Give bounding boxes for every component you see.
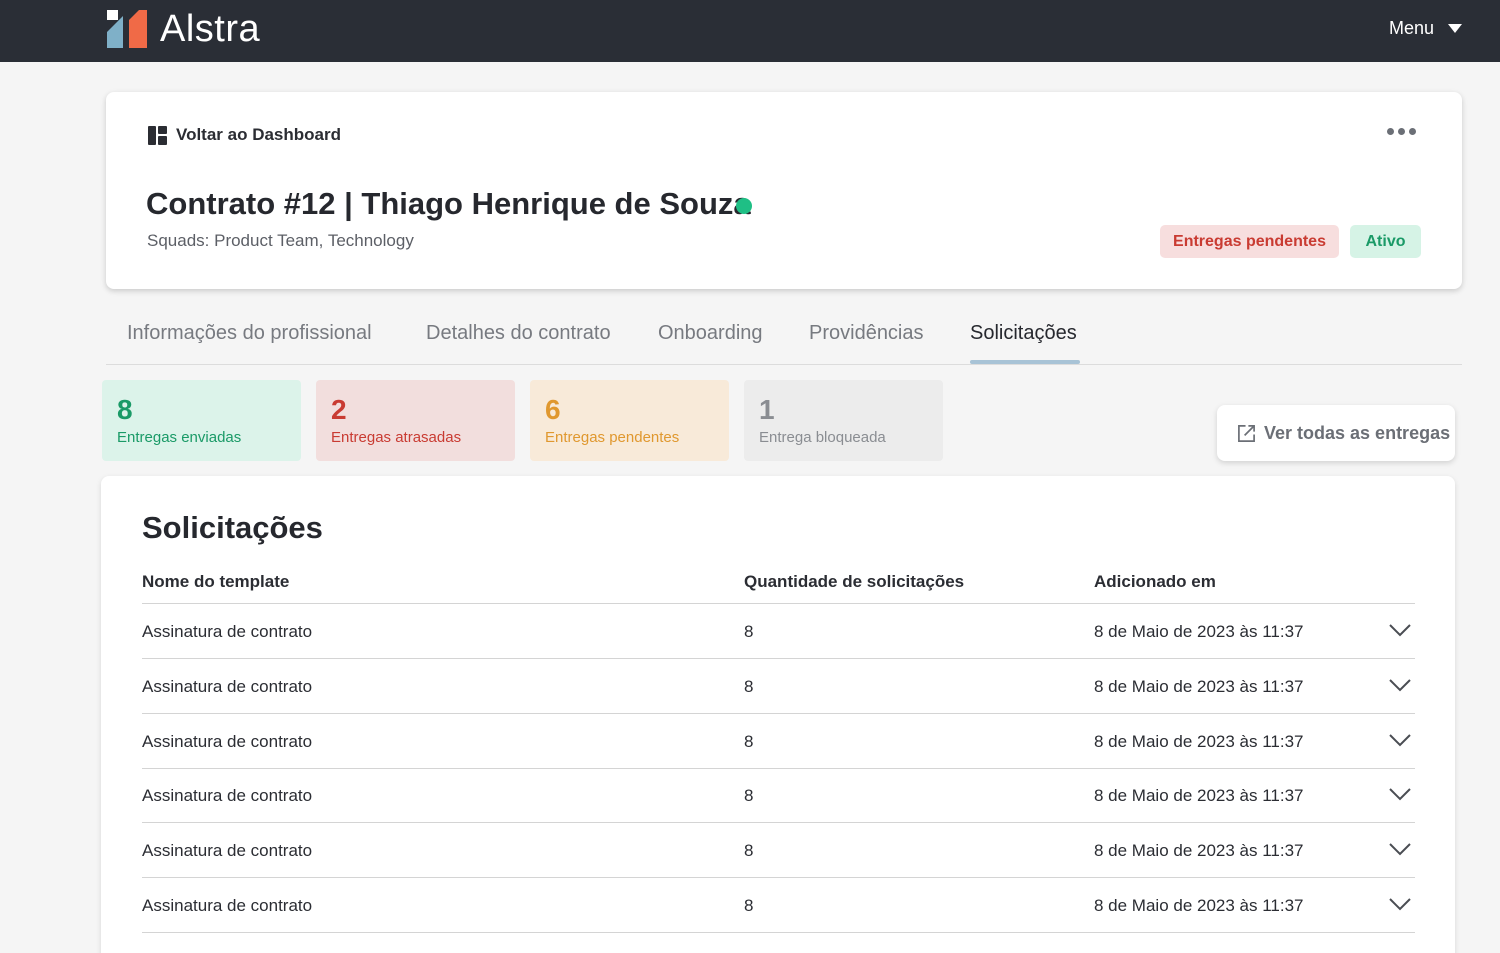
tab-providencias[interactable]: Providências: [809, 322, 924, 345]
alstra-logo-icon: [107, 10, 147, 48]
chevron-down-icon[interactable]: [1389, 897, 1411, 911]
stat-value: 1: [759, 394, 775, 425]
added-on-cell: 8 de Maio de 2023 às 11:37: [1094, 622, 1304, 641]
status-badge-pending: Entregas pendentes: [1160, 225, 1339, 258]
contract-header-card: Voltar ao Dashboard Contrato #12 | Thiag…: [106, 92, 1462, 289]
column-header-template-name: Nome do template: [142, 572, 290, 591]
external-link-icon: [1238, 424, 1255, 442]
menu-button[interactable]: Menu: [1389, 18, 1462, 39]
stat-value: 6: [545, 394, 561, 425]
stat-label: Entregas atrasadas: [331, 429, 462, 446]
table-row[interactable]: Assinatura de contrato 8 8 de Maio de 2023…: [142, 823, 1415, 879]
view-all-deliveries-button[interactable]: Ver todas as entregas: [1217, 405, 1455, 461]
status-badge-active: Ativo: [1350, 225, 1421, 258]
added-on-cell: 8 de Maio de 2023 às 11:37: [1094, 676, 1304, 696]
stat-late-deliveries[interactable]: 2 Entregas atrasadas: [316, 380, 515, 461]
chevron-down-icon[interactable]: [1389, 733, 1411, 747]
table-row[interactable]: Assinatura de contrato 8 8 de Maio de 2023…: [142, 714, 1415, 769]
column-header-quantity: Quantidade de solicitações: [744, 572, 965, 591]
chevron-down-icon[interactable]: [1389, 842, 1411, 856]
added-on-cell: 8 de Maio de 2023 às 11:37: [1094, 786, 1304, 806]
stat-label: Entrega bloqueada: [759, 429, 886, 446]
app-logo[interactable]: Alstra: [107, 7, 260, 51]
dashboard-icon: [148, 125, 167, 145]
chevron-down-icon[interactable]: [1389, 623, 1411, 637]
quantity-cell: 8: [744, 676, 754, 696]
view-all-label: Ver todas as entregas: [1264, 422, 1451, 443]
table-row[interactable]: Assinatura de contrato 8 8 de Maio de 2023…: [142, 878, 1415, 933]
chevron-down-icon[interactable]: [1389, 787, 1411, 801]
stat-value: 8: [117, 394, 133, 425]
template-name-cell: Assinatura de contrato: [142, 786, 313, 806]
added-on-cell: 8 de Maio de 2023 às 11:37: [1094, 841, 1304, 861]
chevron-down-icon[interactable]: [1389, 678, 1411, 692]
quantity-cell: 8: [744, 786, 754, 806]
back-to-dashboard-link[interactable]: Voltar ao Dashboard: [148, 125, 341, 145]
stat-sent-deliveries[interactable]: 8 Entregas enviadas: [102, 380, 301, 461]
row-divider: [142, 932, 1415, 933]
quantity-cell: 8: [744, 731, 754, 751]
status-dot: [736, 198, 752, 214]
template-name-cell: Assinatura de contrato: [142, 622, 313, 641]
column-header-added-on: Adicionado em: [1094, 572, 1216, 591]
stat-value: 2: [331, 394, 347, 425]
template-name-cell: Assinatura de contrato: [142, 896, 313, 915]
quantity-cell: 8: [744, 896, 754, 915]
template-name-cell: Assinatura de contrato: [142, 841, 313, 861]
page-title: Contrato #12 | Thiago Henrique de Souza: [146, 186, 751, 221]
quantity-cell: 8: [744, 622, 754, 641]
squads-text: Squads: Product Team, Technology: [147, 231, 414, 250]
template-name-cell: Assinatura de contrato: [142, 731, 313, 751]
table-row[interactable]: Assinatura de contrato 8 8 de Maio de 2023…: [142, 659, 1415, 714]
quantity-cell: 8: [744, 841, 754, 861]
section-title: Solicitações: [142, 510, 323, 545]
table-row[interactable]: Assinatura de contrato 8 8 de Maio de 2023…: [142, 604, 1415, 659]
stat-pending-deliveries[interactable]: 6 Entregas pendentes: [530, 380, 729, 461]
back-link-label: Voltar ao Dashboard: [176, 125, 341, 144]
added-on-cell: 8 de Maio de 2023 às 11:37: [1094, 731, 1304, 751]
tab-solicitacoes[interactable]: Solicitações: [970, 322, 1077, 345]
table-row[interactable]: Assinatura de contrato 8 8 de Maio de 2023…: [142, 768, 1415, 824]
template-name-cell: Assinatura de contrato: [142, 676, 313, 696]
top-navbar: Alstra Menu: [0, 0, 1500, 62]
stat-label: Entregas enviadas: [117, 429, 242, 446]
stat-blocked-delivery[interactable]: 1 Entrega bloqueada: [744, 380, 943, 461]
active-tab-indicator: [970, 360, 1080, 364]
app-name: Alstra: [160, 8, 261, 50]
tab-contract-details[interactable]: Detalhes do contrato: [426, 322, 611, 345]
tab-professional-info[interactable]: Informações do profissional: [127, 322, 372, 345]
added-on-cell: 8 de Maio de 2023 às 11:37: [1094, 896, 1304, 915]
menu-label: Menu: [1388, 18, 1434, 38]
more-options-icon[interactable]: [1387, 128, 1416, 135]
tab-onboarding[interactable]: Onboarding: [658, 322, 763, 345]
caret-down-icon: [1448, 24, 1462, 33]
requests-card: Solicitações Nome do template Quantidade…: [101, 476, 1455, 953]
stat-label: Entregas pendentes: [545, 429, 680, 446]
contract-tabs: Informações do profissional Detalhes do …: [106, 310, 1462, 365]
